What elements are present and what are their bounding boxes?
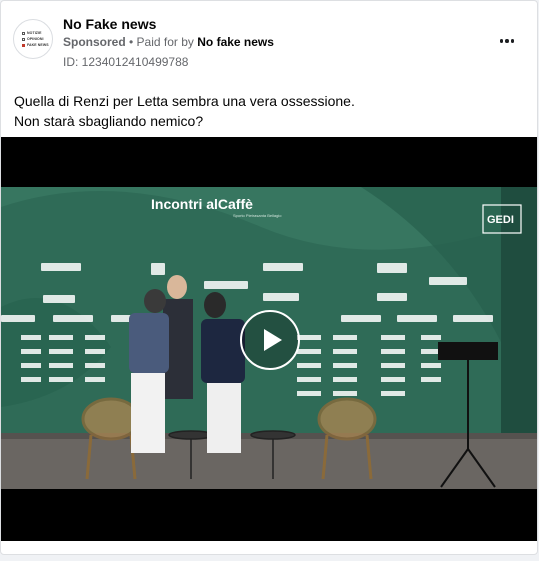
banner-subtitle: Sporto Pietrasanta Bellagio [233, 213, 282, 218]
video-player[interactable]: Incontri alCaffè Sporto Pietrasanta Bell… [1, 137, 537, 541]
page-avatar[interactable]: NOTIZIE OPINIONI FAKE NEWS [13, 19, 53, 59]
ad-id: ID: 1234012410499788 [63, 55, 189, 69]
post-text-line: Quella di Renzi per Letta sembra una ver… [14, 93, 355, 109]
avatar-text: FAKE NEWS [27, 43, 49, 47]
more-options-icon[interactable] [495, 31, 519, 51]
avatar-text: NOTIZIE [27, 31, 42, 35]
avatar-row: NOTIZIE [22, 31, 42, 35]
play-triangle [264, 329, 282, 351]
avatar-text: OPINIONI [27, 37, 44, 41]
advertiser-link[interactable]: No fake news [197, 35, 274, 49]
post-header: NOTIZIE OPINIONI FAKE NEWS No Fake news … [1, 1, 537, 81]
page-name-link[interactable]: No Fake news [63, 16, 156, 32]
banner-title: Incontri alCaffè [151, 196, 253, 212]
paid-for-label: Paid for by [136, 35, 198, 49]
sponsored-line: Sponsored • Paid for by No fake news [63, 35, 274, 49]
gedi-badge: GEDI [487, 214, 514, 226]
post-message: Quella di Renzi per Letta sembra una ver… [14, 91, 524, 131]
separator: • [125, 35, 137, 49]
avatar-row: FAKE NEWS [22, 43, 49, 47]
post-text-line: Non starà sbagliando nemico? [14, 113, 204, 129]
play-icon[interactable] [240, 310, 300, 370]
sponsored-label: Sponsored [63, 35, 126, 49]
avatar-row: OPINIONI [22, 37, 44, 41]
ad-post-card: NOTIZIE OPINIONI FAKE NEWS No Fake news … [0, 0, 538, 555]
